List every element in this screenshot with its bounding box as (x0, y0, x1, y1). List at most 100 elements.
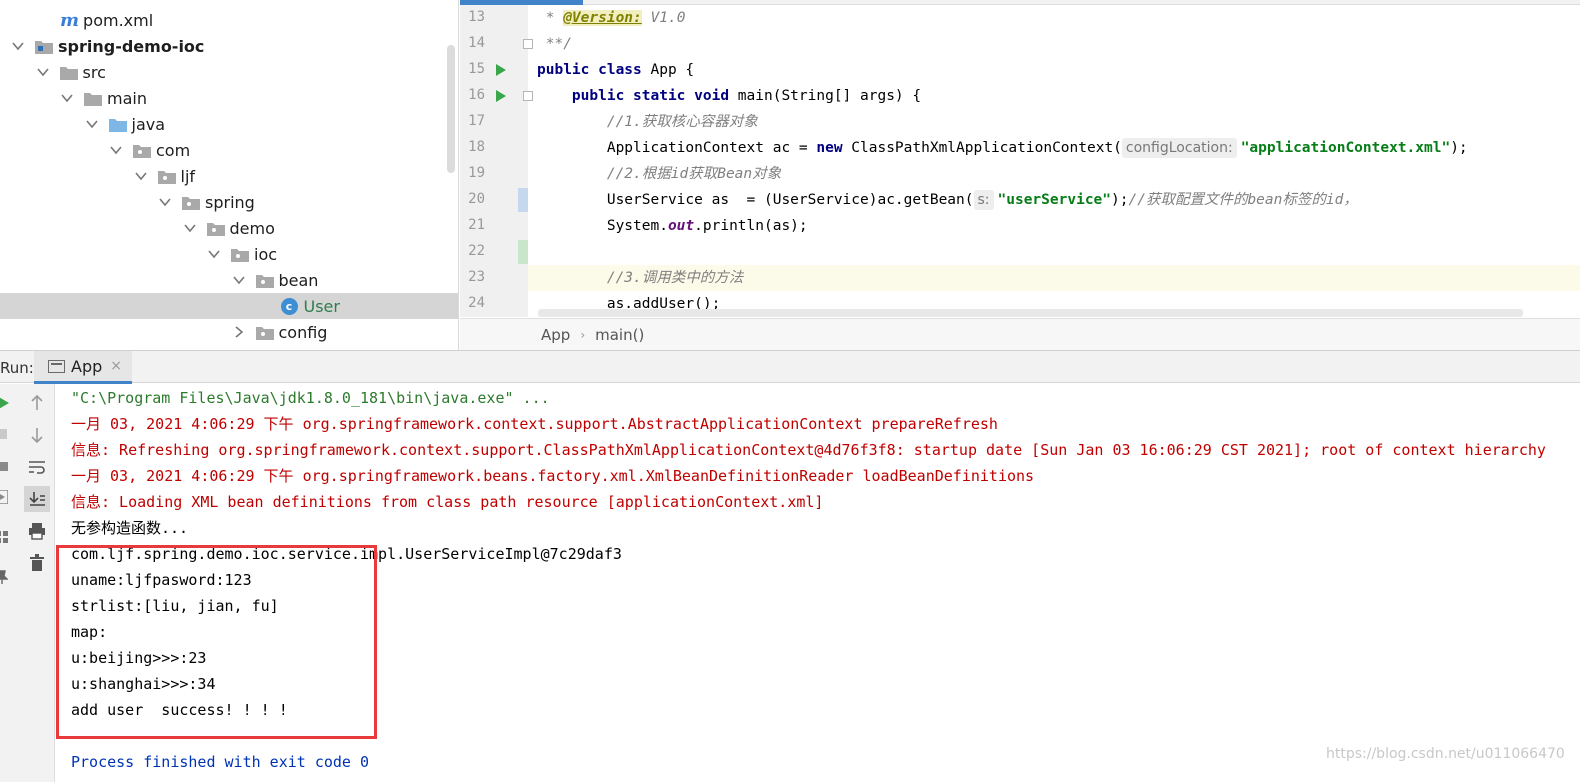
highlight-annotation-box (56, 545, 377, 739)
dump-threads-icon[interactable] (0, 488, 10, 506)
breadcrumb: App › main() (460, 318, 1580, 350)
folder-icon (108, 117, 127, 132)
run-gutter-icon[interactable] (496, 64, 506, 76)
camera-icon[interactable] (0, 456, 10, 474)
chevron-down-icon[interactable] (11, 39, 25, 53)
tree-item-label: demo (229, 218, 275, 238)
chevron-down-icon[interactable] (36, 65, 50, 79)
package-folder-icon (255, 325, 274, 340)
code-line[interactable]: * @Version: V1.0 (528, 5, 1580, 31)
soft-wrap-icon[interactable] (26, 456, 48, 478)
chevron-down-icon[interactable] (60, 91, 74, 105)
vcs-change-marker[interactable] (518, 188, 528, 212)
chevron-down-icon[interactable] (232, 273, 246, 287)
tree-item[interactable]: ljf (0, 163, 458, 189)
breadcrumb-item-class[interactable]: App (541, 326, 570, 344)
code-line[interactable]: public class App { (528, 57, 1580, 83)
console-output[interactable]: "C:\Program Files\Java\jdk1.8.0_181\bin\… (56, 384, 1580, 782)
tree-item[interactable]: main (0, 85, 458, 111)
tree-item[interactable]: spring (0, 189, 458, 215)
console-line: 信息: Refreshing org.springframework.conte… (71, 441, 1546, 459)
package-folder-icon (182, 195, 200, 210)
code-line[interactable]: //3.调用类中的方法 (528, 265, 1580, 291)
line-number: 20 (468, 191, 485, 207)
parameter-hint: configLocation: (1121, 138, 1237, 158)
breadcrumb-item-method[interactable]: main() (595, 326, 644, 344)
trash-icon[interactable] (26, 552, 48, 574)
chevron-down-icon[interactable] (158, 195, 172, 209)
chevron-down-icon[interactable] (134, 169, 148, 183)
scroll-to-end-icon[interactable] (24, 486, 50, 512)
editor-horizontal-scrollbar[interactable] (538, 309, 1523, 317)
run-tab-app[interactable]: App × (34, 351, 132, 384)
tree-item-label: pom.xml (83, 10, 154, 30)
tree-item[interactable]: src (0, 59, 458, 85)
tree-item[interactable]: com (0, 137, 458, 163)
code-token: @Version: (563, 10, 642, 26)
line-number: 18 (468, 139, 485, 155)
code-token: **/ (537, 36, 572, 52)
layout-icon[interactable] (0, 528, 10, 546)
pin-icon[interactable] (0, 568, 10, 586)
chevron-right-icon[interactable] (232, 325, 246, 339)
stop-icon[interactable] (0, 426, 10, 442)
line-number: 19 (468, 165, 485, 181)
rerun-icon[interactable] (0, 394, 12, 412)
code-line[interactable]: UserService as = (UserService)ac.getBean… (528, 187, 1580, 213)
tree-item[interactable]: ioc (0, 241, 458, 267)
run-gutter-icon[interactable] (496, 90, 506, 102)
tree-item[interactable]: demo (0, 215, 458, 241)
print-icon[interactable] (26, 520, 48, 542)
package-folder-icon (133, 143, 151, 158)
console-line: "C:\Program Files\Java\jdk1.8.0_181\bin\… (71, 389, 550, 407)
code-token: "applicationContext.xml" (1240, 140, 1451, 156)
run-label: Run: (0, 359, 34, 377)
line-number: 22 (468, 243, 485, 259)
code-line[interactable] (528, 239, 1580, 265)
close-tab-icon[interactable]: × (110, 358, 122, 374)
code-token: UserService as = (UserService)ac.getBean… (606, 192, 974, 208)
code-token: App { (650, 62, 695, 78)
arrow-up-icon[interactable] (26, 392, 48, 414)
tree-item[interactable]: config (0, 319, 458, 345)
code-line[interactable]: System.out.println(as); (528, 213, 1580, 239)
tree-scrollbar[interactable] (447, 45, 455, 173)
console-line: Process finished with exit code 0 (71, 753, 370, 771)
tree-item-label: ioc (254, 244, 278, 264)
breadcrumb-separator-icon: › (580, 327, 586, 342)
tree-item[interactable]: c User (0, 293, 458, 319)
vcs-change-marker[interactable] (518, 240, 528, 264)
code-token: //获取配置文件的bean标签的id， (1128, 192, 1358, 208)
run-tool-window-header: Run: App × (0, 350, 1580, 384)
watermark: https://blog.csdn.net/u011066470 (1326, 746, 1565, 762)
code-line[interactable]: **/ (528, 31, 1580, 57)
code-area[interactable]: * @Version: V1.0 **/ public class App { p… (528, 5, 1580, 317)
code-token: .println(as); (694, 218, 808, 234)
code-line[interactable]: public static void main(String[] args) { (528, 83, 1580, 109)
tree-item[interactable]: bean (0, 267, 458, 293)
tree-item[interactable]: spring-demo-ioc (0, 33, 458, 59)
tree-item[interactable]: java (0, 111, 458, 137)
chevron-down-icon[interactable] (183, 221, 197, 235)
folder-icon (84, 91, 102, 106)
package-folder-icon (157, 169, 176, 184)
chevron-down-icon[interactable] (109, 143, 123, 157)
code-line[interactable]: //1.获取核心容器对象 (528, 109, 1580, 135)
tree-item-label: com (156, 140, 191, 160)
code-line[interactable]: ApplicationContext ac = new ClassPathXml… (528, 135, 1580, 161)
console-line: 无参构造函数... (71, 519, 189, 537)
arrow-down-icon[interactable] (26, 424, 48, 446)
line-number: 13 (468, 9, 485, 25)
chevron-down-icon[interactable] (207, 247, 221, 261)
code-token: public class (537, 62, 651, 78)
line-number: 24 (468, 295, 485, 311)
tree-item[interactable]: m pom.xml (0, 7, 458, 33)
chevron-down-icon[interactable] (85, 117, 99, 131)
code-token: out (667, 218, 695, 234)
console-line: 一月 03, 2021 4:06:29 下午 org.springframewo… (71, 415, 998, 433)
code-line[interactable]: //2.根据id获取Bean对象 (528, 161, 1580, 187)
code-token: //1.获取核心容器对象 (606, 114, 758, 130)
